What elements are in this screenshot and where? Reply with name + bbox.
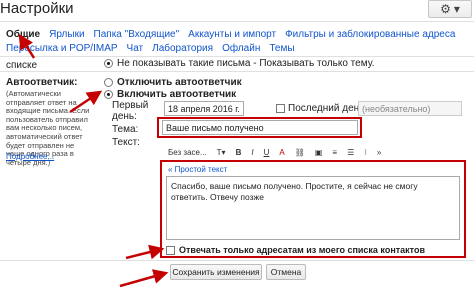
tabs-row-2: Пересылка и POP/IMAP Чат Лаборатория Офлайн… [6,43,304,54]
tab-labs[interactable]: Лаборатория [152,43,213,54]
hide-messages-option[interactable]: Не показывать такие письма - Показывать … [104,58,374,69]
image-icon[interactable]: ▣ [313,147,325,158]
tab-chat[interactable]: Чат [127,43,144,54]
autoresponder-off-radio[interactable] [104,78,113,87]
font-family-select[interactable]: Без засе... [166,147,209,158]
plain-text-link[interactable]: « Простой текст [168,165,227,174]
subject-input[interactable]: Ваше письмо получено [162,120,358,135]
tab-filters[interactable]: Фильтры и заблокированные адреса [285,29,455,40]
autoresponder-off-label: Отключить автоответчик [117,77,242,88]
message-body-editor[interactable]: Спасибо, ваше письмо получено. Простите,… [166,176,460,240]
first-day-label: Первый день: [112,100,149,122]
underline-icon[interactable]: U [262,147,272,158]
numbered-list-icon[interactable]: ☰ [345,147,356,158]
autoresponder-on-option[interactable]: Включить автоответчик [104,89,236,100]
autoresponder-on-radio[interactable] [104,90,113,99]
tab-labels[interactable]: Ярлыки [49,29,84,40]
cancel-button[interactable]: Отмена [266,264,306,280]
tab-general[interactable]: Общие [6,29,40,40]
page-title: Настройки [0,0,74,17]
align-icon[interactable]: ≡ [330,147,339,158]
contacts-only-checkbox[interactable] [166,245,175,255]
contacts-only-label: Отвечать только адресатам из моего списк… [179,245,425,255]
format-toolbar: Без засе... T▾ B I U A ⛓ ▣ ≡ ☰ ⁝ » [166,147,462,158]
more-link[interactable]: Подробнее... [6,152,54,161]
last-day-option[interactable]: Последний день: [276,103,367,114]
last-day-label: Последний день: [288,103,368,114]
autoresponder-off-option[interactable]: Отключить автоответчик [104,77,242,88]
font-size-icon[interactable]: T▾ [215,147,228,158]
more-formatting-icon[interactable]: » [375,147,383,158]
actions-divider [0,260,474,261]
text-label: Текст: [112,137,140,148]
tabs-row-1: Общие Ярлыки Папка "Входящие" Аккаунты и им… [6,29,464,40]
section-divider [0,71,474,72]
save-button[interactable]: Сохранить изменения [170,264,262,280]
contacts-only-option[interactable]: Отвечать только адресатам из моего списк… [166,245,425,255]
tab-themes[interactable]: Темы [269,43,294,54]
first-day-input[interactable]: 18 апреля 2016 г. [164,101,244,116]
hide-messages-label: Не показывать такие письма - Показывать … [117,58,375,69]
gear-icon: ⚙ [440,2,451,16]
link-icon[interactable]: ⛓ [293,147,307,158]
tab-forwarding[interactable]: Пересылка и POP/IMAP [6,43,118,54]
header-divider [0,21,474,22]
tab-accounts[interactable]: Аккаунты и импорт [188,29,276,40]
last-day-checkbox[interactable] [276,104,285,113]
autoresponder-on-label: Включить автоответчик [117,89,237,100]
bold-icon[interactable]: B [234,147,244,158]
settings-gear-button[interactable]: ⚙ ▾ [428,0,472,18]
italic-icon[interactable]: I [249,147,255,158]
autoresponder-label: Автоответчик: [6,77,78,88]
chevron-down-icon: ▾ [453,2,460,16]
tabs-divider [0,56,474,57]
bulleted-list-icon[interactable]: ⁝ [362,147,369,158]
tab-offline[interactable]: Офлайн [222,43,260,54]
hide-messages-radio[interactable] [104,59,113,68]
subject-label: Тема: [112,124,139,135]
arrow-to-save-button [119,269,169,288]
arrow-to-contacts-checkbox [125,244,165,260]
list-fragment-text: списке [6,60,38,71]
text-color-icon[interactable]: A [277,147,286,158]
last-day-input[interactable]: (необязательно) [358,101,462,116]
tab-inbox[interactable]: Папка "Входящие" [94,29,180,40]
